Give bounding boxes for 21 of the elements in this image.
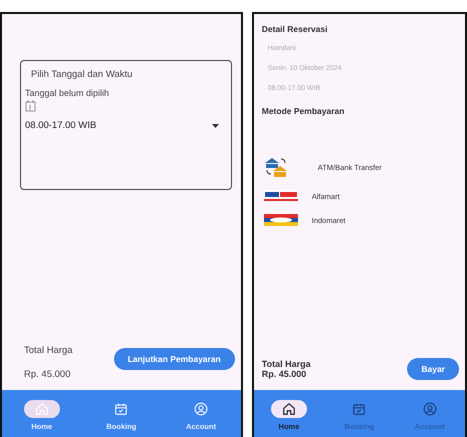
pay-button[interactable]: Bayar [407,358,459,380]
store-logo-icon [264,214,298,226]
total-label: Total Harga [24,345,73,356]
total-price: Rp. 45.000 [262,369,308,379]
total-label: Total Harga [262,359,311,369]
home-icon [282,402,296,416]
calendar-icon [114,402,128,416]
account-icon [422,402,437,416]
card-title: Pilih Tanggal dan Waktu [31,69,134,80]
section-title: Metode Pembayaran [262,106,346,116]
continue-payment-button[interactable]: Lanjutkan Pembayaran [114,348,235,370]
total-price: Rp. 45.000 [24,369,72,380]
date-label: Tanggal belum dipilih [25,88,110,98]
dropdown-caret-icon [212,124,219,128]
time-dropdown[interactable]: 08.00-17.00 WIB [25,120,227,131]
home-icon [34,402,49,416]
calendar-icon [352,402,366,416]
calendar-icon[interactable] [25,100,36,112]
section-title: Detail Reservasi [262,24,328,34]
store-logo-icon [264,190,298,202]
account-icon [194,402,208,416]
